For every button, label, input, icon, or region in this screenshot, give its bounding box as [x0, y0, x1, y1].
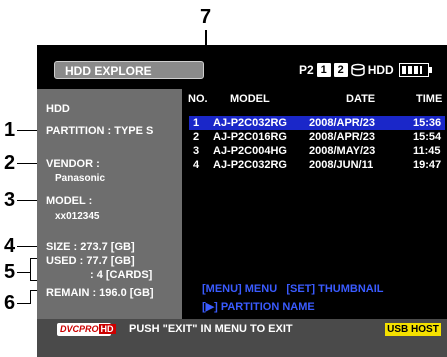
callout-3: 3	[4, 189, 16, 211]
cell-model: AJ-P2C032RG	[213, 159, 287, 171]
cell-date: 2008/MAY/23	[309, 145, 376, 157]
cell-no: 3	[193, 145, 200, 157]
callout-5-bracket	[30, 258, 31, 280]
used-cards-info: : 4 [CARDS]	[90, 269, 153, 281]
callout-5: 5	[4, 261, 16, 283]
callout-2: 2	[4, 152, 16, 174]
dvcpro-hd-logo: DVCPRO HD	[57, 323, 116, 336]
model-label: MODEL :	[46, 195, 93, 207]
help-line-1: [MENU] MENU [SET] THUMBNAIL	[202, 283, 384, 295]
bottom-bar: DVCPRO HD PUSH "EXIT" IN MENU TO EXIT USB…	[37, 319, 447, 357]
cell-no: 4	[193, 159, 200, 171]
cell-time: 19:47	[413, 159, 442, 171]
media-status: P2 1 2 HDD	[299, 61, 432, 79]
slot-2-indicator: 2	[333, 63, 348, 77]
column-header-no: NO.	[188, 93, 208, 105]
cell-model: AJ-P2C032RG	[213, 117, 287, 129]
remain-info: REMAIN : 196.0 [GB]	[46, 287, 154, 299]
cell-time: 15:54	[413, 131, 442, 143]
hdd-info-panel: HDD PARTITION : TYPE S VENDOR : Panasoni…	[37, 89, 182, 319]
table-row[interactable]: 1 AJ-P2C032RG 2008/APR/23 15:36	[189, 116, 445, 130]
slot-1-indicator: 1	[316, 63, 331, 77]
cell-date: 2008/APR/23	[309, 117, 376, 129]
callout-7: 7	[200, 6, 212, 28]
partition-info: PARTITION : TYPE S	[46, 125, 154, 137]
callout-6: 6	[4, 292, 16, 314]
column-header-date: DATE	[346, 93, 376, 105]
help-line-2: [▶] PARTITION NAME	[202, 301, 315, 313]
partition-list-panel: NO. MODEL DATE TIME 1 AJ-P2C032RG 2008/A…	[182, 89, 447, 319]
hdd-label: HDD	[367, 63, 394, 77]
used-info: USED : 77.7 [GB]	[46, 255, 135, 267]
vendor-label: VENDOR :	[46, 158, 100, 170]
cell-no: 2	[193, 131, 200, 143]
callout-4: 4	[4, 235, 16, 257]
battery-icon	[398, 63, 432, 77]
cell-date: 2008/JUN/11	[309, 159, 374, 171]
p2-label: P2	[299, 63, 314, 77]
cell-time: 11:45	[413, 145, 441, 157]
column-header-time: TIME	[416, 93, 443, 105]
screen-title: HDD EXPLORE	[54, 61, 204, 79]
exit-instruction: PUSH "EXIT" IN MENU TO EXIT	[129, 323, 293, 335]
callout-5-line	[17, 272, 31, 273]
callout-1: 1	[4, 119, 16, 141]
table-row[interactable]: 2 AJ-P2C016RG 2008/APR/23 15:54	[189, 130, 445, 144]
cell-model: AJ-P2C016RG	[213, 131, 287, 143]
usb-host-badge: USB HOST	[385, 323, 441, 336]
column-header-model: MODEL	[230, 93, 270, 105]
hdd-heading: HDD	[46, 103, 70, 115]
callout-6-bracket	[30, 290, 31, 304]
vendor-value: Panasonic	[55, 173, 106, 184]
hdd-icon	[350, 63, 365, 77]
cell-model: AJ-P2C004HG	[213, 145, 287, 157]
cell-date: 2008/APR/23	[309, 131, 376, 143]
table-row[interactable]: 4 AJ-P2C032RG 2008/JUN/11 19:47	[189, 158, 445, 172]
cell-time: 15:36	[413, 117, 442, 129]
callout-6-line	[17, 303, 31, 304]
size-info: SIZE : 273.7 [GB]	[46, 241, 135, 253]
cell-no: 1	[193, 117, 200, 129]
table-row[interactable]: 3 AJ-P2C004HG 2008/MAY/23 11:45	[189, 144, 445, 158]
hdd-explore-screen: HDD EXPLORE P2 1 2 HDD HDD PARTITION : T…	[37, 45, 447, 357]
model-value: xx012345	[55, 211, 100, 222]
